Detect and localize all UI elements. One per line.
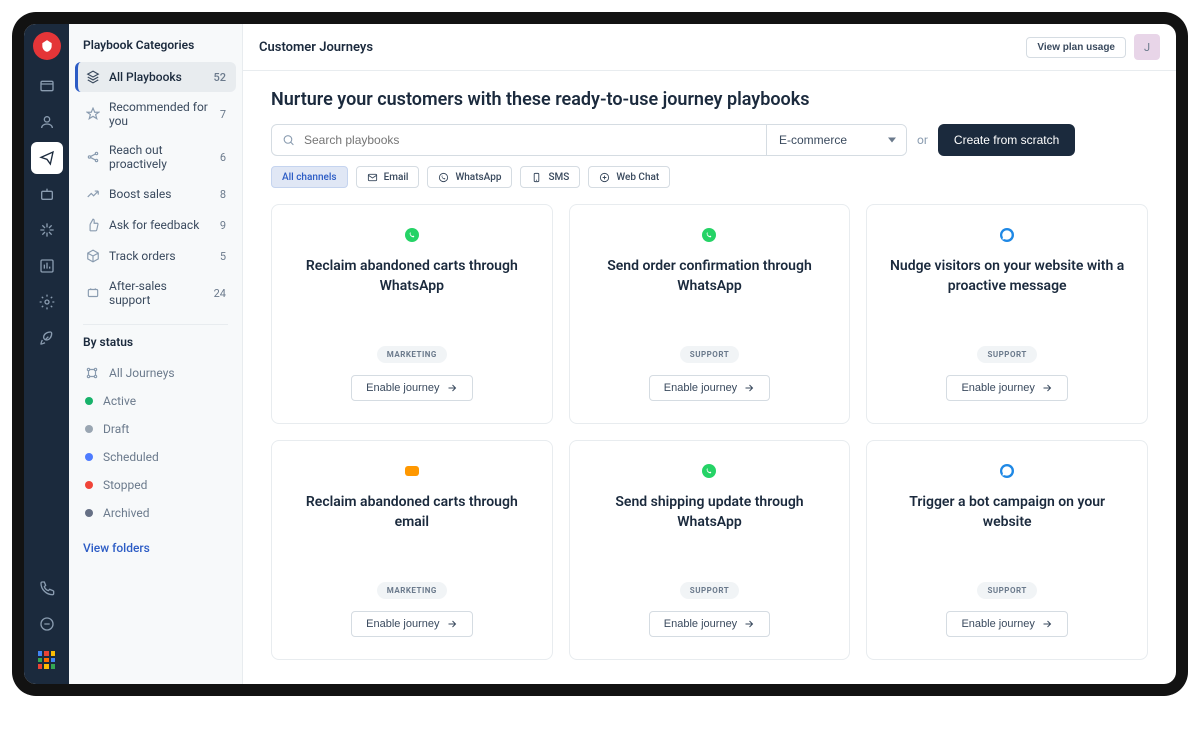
share-icon	[85, 149, 101, 165]
whatsapp-icon	[405, 228, 419, 242]
status-all-journeys[interactable]: All Journeys	[75, 359, 236, 387]
chip-all-channels[interactable]: All channels	[271, 166, 348, 188]
card-tag: MARKETING	[377, 582, 447, 599]
card-tag: SUPPORT	[680, 346, 739, 363]
status-scheduled[interactable]: Scheduled	[75, 443, 236, 471]
nav-rail	[24, 24, 69, 684]
category-track-orders[interactable]: Track orders5	[75, 241, 236, 271]
sms-icon	[531, 171, 543, 183]
playbook-card: Nudge visitors on your website with a pr…	[866, 204, 1148, 424]
email-icon	[405, 466, 419, 476]
playbook-card: Send order confirmation through WhatsApp…	[569, 204, 851, 424]
enable-journey-button[interactable]: Enable journey	[351, 375, 472, 401]
sidebar: Playbook Categories All Playbooks52Recom…	[69, 24, 243, 684]
enable-journey-button[interactable]: Enable journey	[351, 611, 472, 637]
whatsapp-icon	[438, 171, 450, 183]
category-ask-for-feedback[interactable]: Ask for feedback9	[75, 210, 236, 240]
card-title: Send order confirmation through WhatsApp	[588, 257, 832, 296]
whatsapp-icon	[702, 228, 716, 242]
card-tag: MARKETING	[377, 346, 447, 363]
card-tag: SUPPORT	[977, 582, 1036, 599]
categories-title: Playbook Categories	[69, 38, 242, 62]
whatsapp-icon	[702, 464, 716, 478]
playbook-card: Reclaim abandoned carts through email MA…	[271, 440, 553, 660]
enable-journey-button[interactable]: Enable journey	[946, 375, 1067, 401]
enable-journey-button[interactable]: Enable journey	[649, 375, 770, 401]
nav-rocket[interactable]	[31, 322, 63, 354]
card-title: Send shipping update through WhatsApp	[588, 493, 832, 532]
card-tag: SUPPORT	[977, 346, 1036, 363]
card-title: Trigger a bot campaign on your website	[885, 493, 1129, 532]
or-text: or	[917, 133, 928, 147]
nav-inbox[interactable]	[31, 70, 63, 102]
avatar[interactable]: J	[1134, 34, 1160, 60]
status-archived[interactable]: Archived	[75, 499, 236, 527]
package-icon	[85, 248, 101, 264]
view-plan-usage-button[interactable]: View plan usage	[1026, 37, 1126, 58]
chat-icon	[1000, 464, 1014, 478]
page-header: Customer Journeys View plan usage J	[243, 24, 1176, 71]
nav-reports[interactable]	[31, 250, 63, 282]
star-icon	[85, 106, 101, 122]
chip-sms[interactable]: SMS	[520, 166, 580, 188]
nav-automation[interactable]	[31, 214, 63, 246]
card-title: Reclaim abandoned carts through email	[290, 493, 534, 532]
status-active[interactable]: Active	[75, 387, 236, 415]
page-title: Customer Journeys	[259, 40, 373, 55]
create-from-scratch-button[interactable]: Create from scratch	[938, 124, 1075, 156]
enable-journey-button[interactable]: Enable journey	[649, 611, 770, 637]
chip-web-chat[interactable]: Web Chat	[588, 166, 670, 188]
nav-contacts[interactable]	[31, 106, 63, 138]
category-recommended-for-you[interactable]: Recommended for you7	[75, 93, 236, 135]
nav-phone[interactable]	[31, 572, 63, 604]
chip-email[interactable]: Email	[356, 166, 420, 188]
chat-icon	[1000, 228, 1014, 242]
nav-chat[interactable]	[31, 608, 63, 640]
status-draft[interactable]: Draft	[75, 415, 236, 443]
thumb-icon	[85, 217, 101, 233]
nav-bots[interactable]	[31, 178, 63, 210]
search-input[interactable]	[272, 125, 469, 155]
brand-logo[interactable]	[33, 32, 61, 60]
layers-icon	[85, 69, 101, 85]
category-all-playbooks[interactable]: All Playbooks52	[75, 62, 236, 92]
card-title: Reclaim abandoned carts through WhatsApp	[290, 257, 534, 296]
status-title: By status	[69, 335, 242, 359]
industry-select[interactable]: E-commerce	[766, 125, 906, 155]
view-folders-link[interactable]: View folders	[69, 527, 242, 569]
trend-icon	[85, 186, 101, 202]
playbook-card: Send shipping update through WhatsApp SU…	[569, 440, 851, 660]
support-icon	[85, 285, 101, 301]
nav-settings[interactable]	[31, 286, 63, 318]
playbook-card: Reclaim abandoned carts through WhatsApp…	[271, 204, 553, 424]
nav-campaigns[interactable]	[31, 142, 63, 174]
status-stopped[interactable]: Stopped	[75, 471, 236, 499]
content-heading: Nurture your customers with these ready-…	[271, 89, 1148, 110]
mail-icon	[367, 171, 379, 183]
enable-journey-button[interactable]: Enable journey	[946, 611, 1067, 637]
playbook-card: Trigger a bot campaign on your website S…	[866, 440, 1148, 660]
card-title: Nudge visitors on your website with a pr…	[885, 257, 1129, 296]
category-reach-out-proactively[interactable]: Reach out proactively6	[75, 136, 236, 178]
category-boost-sales[interactable]: Boost sales8	[75, 179, 236, 209]
category-after-sales-support[interactable]: After-sales support24	[75, 272, 236, 314]
card-tag: SUPPORT	[680, 582, 739, 599]
chip-whatsapp[interactable]: WhatsApp	[427, 166, 512, 188]
nav-apps[interactable]	[31, 644, 63, 676]
webchat-icon	[599, 171, 611, 183]
